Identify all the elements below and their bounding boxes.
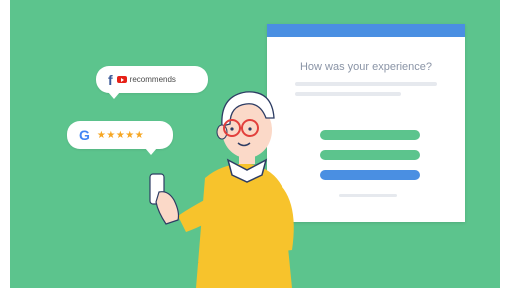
person-illustration <box>149 91 294 288</box>
hand <box>155 191 180 225</box>
left-eye <box>230 127 234 131</box>
illustration-scene: How was your experience? f recommends G … <box>10 0 500 288</box>
right-eye <box>248 127 252 131</box>
